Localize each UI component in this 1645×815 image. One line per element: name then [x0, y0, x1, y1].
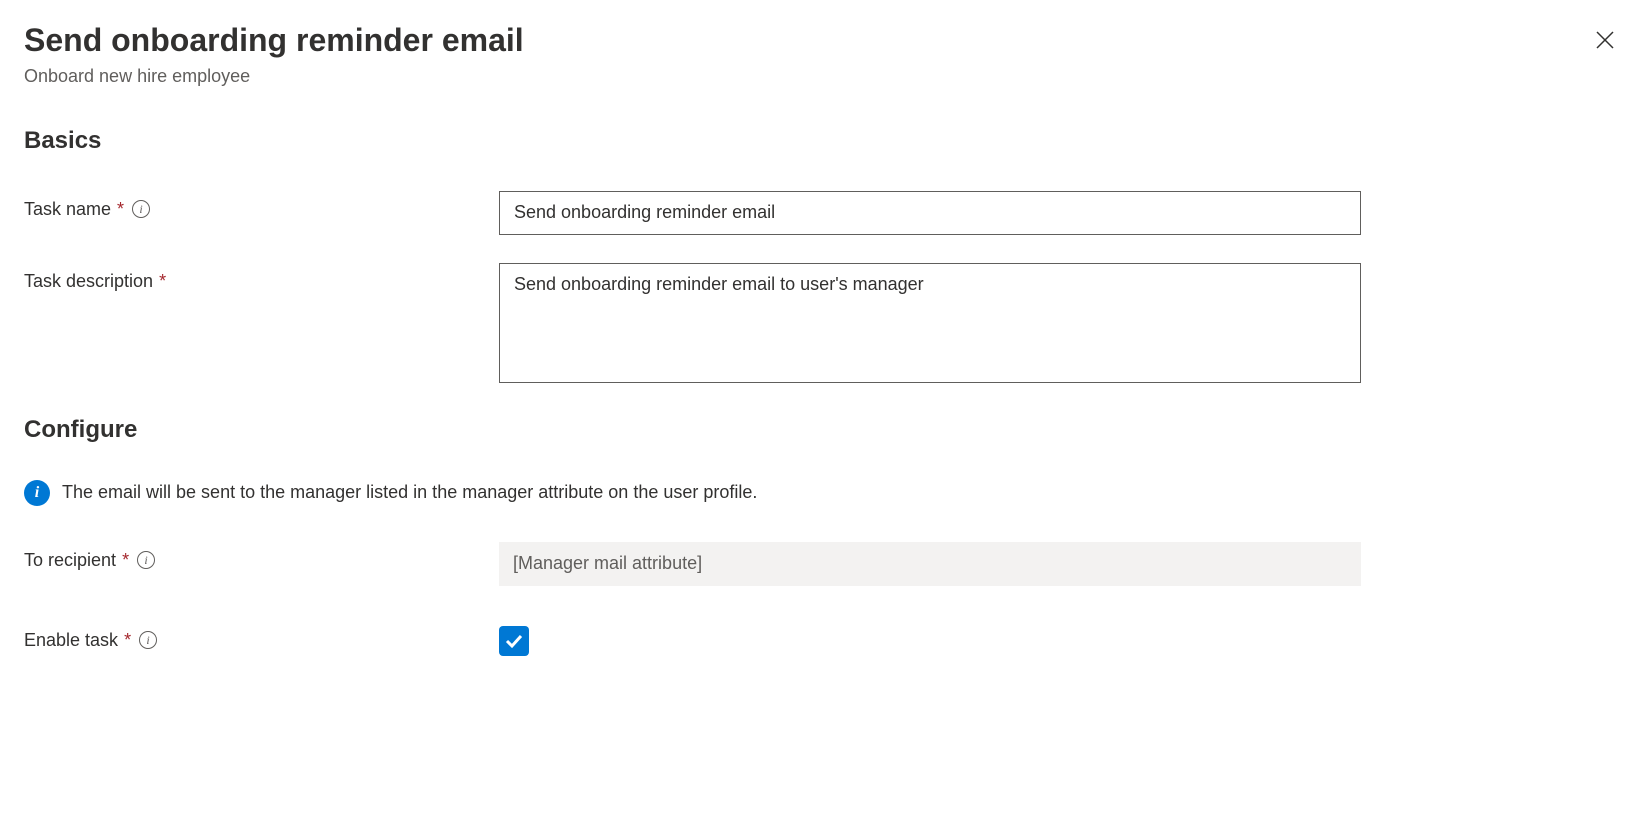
info-message-text: The email will be sent to the manager li… [62, 482, 757, 503]
to-recipient-input [499, 542, 1361, 586]
info-icon: i [24, 480, 50, 506]
panel-header: Send onboarding reminder email Onboard n… [24, 20, 1621, 87]
info-message: i The email will be sent to the manager … [24, 480, 1621, 506]
task-name-label: Task name * i [24, 191, 499, 220]
task-name-input[interactable] [499, 191, 1361, 235]
close-icon [1596, 31, 1614, 49]
task-description-label: Task description * [24, 263, 499, 292]
check-icon [504, 631, 524, 651]
basics-heading: Basics [24, 127, 1621, 155]
task-description-row: Task description * [24, 263, 1621, 388]
enable-task-row: Enable task * i [24, 626, 1621, 656]
required-indicator: * [117, 199, 124, 220]
enable-task-checkbox-wrap [499, 626, 529, 656]
required-indicator: * [159, 271, 166, 292]
task-description-input[interactable] [499, 263, 1361, 383]
to-recipient-row: To recipient * i [24, 542, 1621, 586]
task-name-input-wrap [499, 191, 1361, 235]
required-indicator: * [122, 550, 129, 571]
close-button[interactable] [1589, 24, 1621, 56]
task-description-input-wrap [499, 263, 1361, 388]
task-name-label-text: Task name [24, 199, 111, 220]
configure-heading: Configure [24, 416, 1621, 444]
to-recipient-label-text: To recipient [24, 550, 116, 571]
enable-task-checkbox[interactable] [499, 626, 529, 656]
page-subtitle: Onboard new hire employee [24, 66, 1621, 87]
task-description-label-text: Task description [24, 271, 153, 292]
info-icon[interactable]: i [132, 200, 150, 218]
info-icon[interactable]: i [137, 551, 155, 569]
to-recipient-label: To recipient * i [24, 542, 499, 571]
enable-task-label: Enable task * i [24, 626, 499, 651]
info-icon[interactable]: i [139, 631, 157, 649]
to-recipient-input-wrap [499, 542, 1361, 586]
task-name-row: Task name * i [24, 191, 1621, 235]
configure-section: Configure i The email will be sent to th… [24, 416, 1621, 656]
page-title: Send onboarding reminder email [24, 20, 1621, 62]
enable-task-label-text: Enable task [24, 630, 118, 651]
required-indicator: * [124, 630, 131, 651]
